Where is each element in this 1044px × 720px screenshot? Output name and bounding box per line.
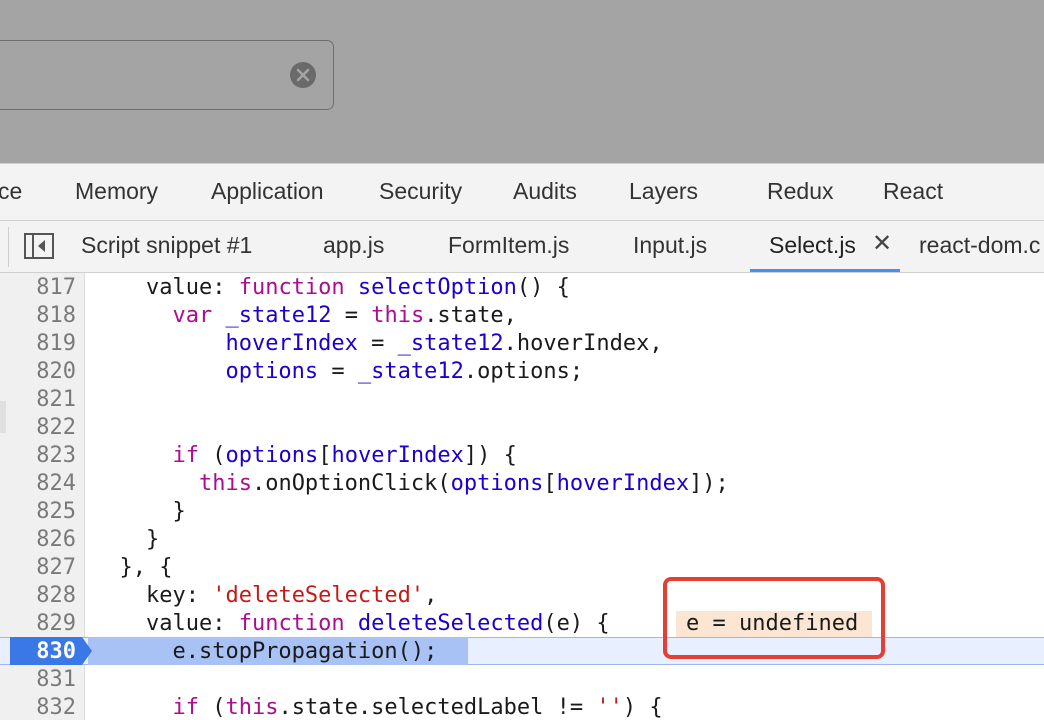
tab-security[interactable]: Security — [379, 178, 462, 205]
code-text: key: 'deleteSelected', — [93, 583, 438, 608]
code-text: if (options[hoverIndex]) { — [172, 443, 517, 468]
code-text: value: function selectOption() { — [93, 275, 570, 300]
code-text: this.onOptionClick(options[hoverIndex]); — [198, 471, 729, 496]
code-line: 822 — [0, 414, 1044, 442]
code-text: if (this.state.selectedLabel != '') { — [172, 695, 663, 720]
code-line: 831 — [0, 666, 1044, 694]
top-toolbar — [0, 0, 1044, 163]
line-number[interactable]: 828 — [0, 583, 76, 608]
panel-tabs: ce Memory Application Security Audits La… — [0, 163, 1044, 221]
line-number[interactable]: 819 — [0, 331, 76, 356]
code-line: 820 options = _state12.options; — [0, 358, 1044, 386]
code-line: 830 e.stopPropagation(); — [0, 638, 1044, 666]
tab-memory[interactable]: Memory — [75, 178, 158, 205]
code-line: 824 this.onOptionClick(options[hoverInde… — [0, 470, 1044, 498]
line-number[interactable]: 818 — [0, 303, 76, 328]
line-number[interactable]: 824 — [0, 471, 76, 496]
tab-application[interactable]: Application — [211, 178, 324, 205]
code-line: 817 value: function selectOption() { — [0, 274, 1044, 302]
line-number[interactable]: 831 — [0, 667, 76, 692]
close-tab-icon[interactable]: ✕ — [872, 229, 892, 258]
file-tab-input-js[interactable]: Input.js — [633, 232, 707, 259]
file-tab-script-snippet[interactable]: Script snippet #1 — [81, 232, 252, 259]
tab-performance[interactable]: ce — [0, 178, 22, 205]
line-number[interactable]: 820 — [0, 359, 76, 384]
code-line: 818 var _state12 = this.state, — [0, 302, 1044, 330]
code-text: var _state12 = this.state, — [172, 303, 517, 328]
inline-value-text: e = undefined — [686, 611, 859, 636]
code-editor[interactable]: 817 value: function selectOption() {818 … — [0, 273, 1044, 720]
tab-divider — [8, 227, 9, 267]
tab-react[interactable]: React — [883, 178, 943, 205]
line-number[interactable]: 829 — [0, 611, 76, 636]
code-line: 832 if (this.state.selectedLabel != '') … — [0, 694, 1044, 720]
file-tab-app-js[interactable]: app.js — [323, 232, 384, 259]
search-input[interactable] — [0, 40, 334, 110]
code-text: } — [93, 527, 160, 552]
clear-search-icon[interactable] — [289, 61, 317, 89]
code-text: } — [93, 499, 186, 524]
line-number[interactable]: 832 — [0, 695, 76, 720]
code-line: 829 value: function deleteSelected(e) { — [0, 610, 1044, 638]
code-text: value: function deleteSelected(e) { — [93, 611, 610, 636]
code-text: hoverIndex = _state12.hoverIndex, — [225, 331, 663, 356]
code-line: 827 }, { — [0, 554, 1044, 582]
file-tabs: Script snippet #1 app.js FormItem.js Inp… — [0, 221, 1044, 273]
line-number[interactable]: 827 — [0, 555, 76, 580]
code-line: 823 if (options[hoverIndex]) { — [0, 442, 1044, 470]
active-tab-indicator — [750, 269, 900, 272]
file-tab-formitem-js[interactable]: FormItem.js — [448, 232, 569, 259]
line-number[interactable]: 817 — [0, 275, 76, 300]
file-tab-react-dom[interactable]: react-dom.c — [919, 232, 1040, 259]
tab-layers[interactable]: Layers — [629, 178, 698, 205]
line-number[interactable]: 830 — [0, 639, 76, 664]
line-number[interactable]: 823 — [0, 443, 76, 468]
code-line: 821 — [0, 386, 1044, 414]
code-line: 826 } — [0, 526, 1044, 554]
code-line: 819 hoverIndex = _state12.hoverIndex, — [0, 330, 1044, 358]
toggle-navigator-icon[interactable] — [24, 233, 54, 259]
file-tab-select-js[interactable]: Select.js — [769, 232, 856, 259]
code-text: options = _state12.options; — [225, 359, 584, 384]
line-number[interactable]: 821 — [0, 387, 76, 412]
line-number[interactable]: 822 — [0, 415, 76, 440]
code-text: e.stopPropagation(); — [93, 639, 438, 664]
code-line: 825 } — [0, 498, 1044, 526]
tab-audits[interactable]: Audits — [513, 178, 577, 205]
code-line: 828 key: 'deleteSelected', — [0, 582, 1044, 610]
line-number[interactable]: 825 — [0, 499, 76, 524]
line-number[interactable]: 826 — [0, 527, 76, 552]
code-text: }, { — [93, 555, 173, 580]
tab-redux[interactable]: Redux — [767, 178, 833, 205]
